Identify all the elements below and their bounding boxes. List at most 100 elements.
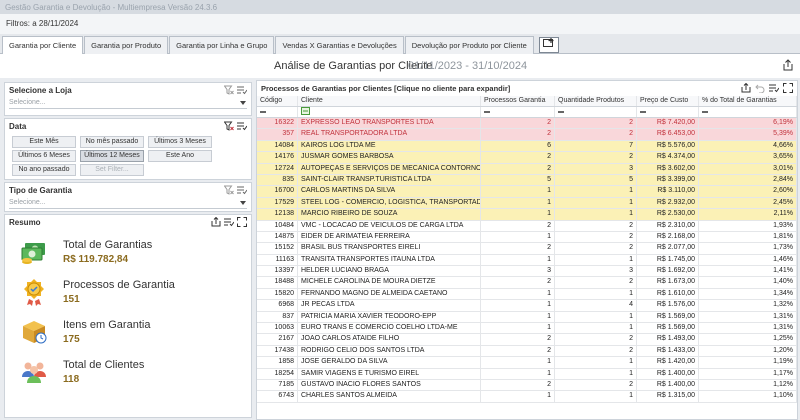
filter-cell[interactable] [298,107,481,117]
table-row[interactable]: 2167 JOAO CARLOS ATAIDE FILHO 2 2 R$ 1.493,0… [257,334,797,346]
date-este-mes-button[interactable]: Este Mês [12,136,76,148]
column-header-codigo[interactable]: Código [257,96,298,106]
cliente-cell[interactable]: JR PECAS LTDA [298,300,481,311]
multi-select-icon[interactable] [237,121,247,131]
cliente-cell[interactable]: CHARLES SANTOS ALMEIDA [298,391,481,402]
tab-garantia-por-linha-grupo[interactable]: Garantia por Linha e Grupo [169,36,275,54]
column-header-cliente[interactable]: Cliente [298,96,481,106]
cliente-cell[interactable]: VMC - LOCACAO DE VEICULOS DE CARGA LTDA [298,220,481,231]
tab-vendas-x-garantias[interactable]: Vendas X Garantias e Devoluções [275,36,404,54]
clear-filter-icon[interactable] [224,185,234,195]
cliente-cell[interactable]: REAL TRANSPORTADORA LTDA [298,129,481,140]
cliente-cell[interactable]: TRANSITA TRANSPORTES ITAUNA LTDA [298,254,481,266]
column-header-preco[interactable]: Preço de Custo [637,96,699,106]
table-row[interactable]: 17529 STEEL LOG - COMERCIO, LOGISTICA, TR… [257,197,797,210]
preco-cell: R$ 2.310,00 [637,220,699,231]
table-row[interactable]: 14875 EIDER DE ARIMATEIA FERREIRA 1 2 R$ 2.1… [257,231,797,244]
filter-cell[interactable] [637,107,699,117]
column-header-quantidade[interactable]: Quantidade Produtos [555,96,637,106]
table-row[interactable]: 6968 JR PECAS LTDA 1 4 R$ 1.576,00 1,32% [257,300,797,312]
cliente-cell[interactable]: JUSMAR GOMES BARBOSA [298,152,481,163]
cliente-cell[interactable]: STEEL LOG - COMERCIO, LOGISTICA, TRANSPO… [298,197,481,209]
percentual-cell: 1,31% [699,323,797,334]
table-row[interactable]: 12724 AUTOPEÇAS E SERVIÇOS DE MECANICA CO… [257,163,797,175]
cliente-cell[interactable]: BRASIL BUS TRANSPORTES EIRELI [298,243,481,254]
table-row[interactable]: 837 PATRICIA MARIA XAVIER TEODORO-EPP 1 1 R$… [257,311,797,324]
table-row[interactable]: 18254 SAMIR VIAGENS E TURISMO EIREL 1 1 R$ 1… [257,368,797,380]
table-row[interactable]: 10063 EURO TRANS E COMERCIO COELHO LTDA-M… [257,323,797,335]
preco-cell: R$ 1.315,00 [637,391,699,402]
codigo-cell: 357 [257,129,298,140]
date-ultimos-3-meses-button[interactable]: Últimos 3 Meses [148,136,212,148]
tab-garantia-por-produto[interactable]: Garantia por Produto [84,36,169,54]
table-row[interactable]: 14176 JUSMAR GOMES BARBOSA 2 2 R$ 4.374,00 3,… [257,152,797,164]
cliente-cell[interactable]: SAMIR VIAGENS E TURISMO EIREL [298,368,481,379]
filter-cell[interactable] [699,107,797,117]
table-row[interactable]: 17438 RODRIGO CELIO DOS SANTOS LTDA 2 2 R$ 1… [257,345,797,358]
multi-select-icon[interactable] [237,185,247,195]
cliente-cell[interactable]: AUTOPEÇAS E SERVIÇOS DE MECANICA CONTORN… [298,163,481,174]
date-ultimos-12-meses-button[interactable]: Últimos 12 Meses [80,150,144,162]
cliente-cell[interactable]: CARLOS MARTINS DA SILVA [298,186,481,197]
cliente-cell[interactable]: KAIROS LOG LTDA ME [298,140,481,152]
add-tab-button[interactable] [538,37,559,53]
filter-cell[interactable] [555,107,637,117]
cliente-cell[interactable]: MARCIO RIBEIRO DE SOUZA [298,209,481,220]
column-header-percentual[interactable]: % do Total de Garantias [699,96,797,106]
expand-icon[interactable] [783,83,793,93]
clear-filter-icon[interactable] [224,121,234,131]
filter-cell[interactable] [481,107,555,117]
multi-select-icon[interactable] [769,83,779,93]
export-icon[interactable] [741,83,751,93]
cliente-cell[interactable]: EIDER DE ARIMATEIA FERREIRA [298,231,481,243]
cliente-cell[interactable]: EURO TRANS E COMERCIO COELHO LTDA-ME [298,323,481,334]
date-set-filter-button[interactable]: Set Filter... [80,164,144,176]
table-row[interactable]: 14084 KAIROS LOG LTDA ME 6 7 R$ 5.576,00 4,66… [257,140,797,153]
cliente-cell[interactable]: SAINT-CLAIR TRANSP.TURISTICA LTDA [298,174,481,186]
cliente-cell[interactable]: GUSTAVO INACIO FLORES SANTOS [298,379,481,391]
undo-icon[interactable] [755,83,765,93]
store-select[interactable]: Selecione... [9,98,247,109]
cliente-cell[interactable]: MICHELE CAROLINA DE MOURA DIETZE [298,277,481,288]
column-header-processos[interactable]: Processos Garantia [481,96,555,106]
table-row[interactable]: 10484 VMC - LOCACAO DE VEICULOS DE CARGA … [257,220,797,232]
table-row[interactable]: 6743 CHARLES SANTOS ALMEIDA 1 1 R$ 1.315,00 1… [257,391,797,403]
expand-icon[interactable] [237,217,247,227]
table-row[interactable]: 7185 GUSTAVO INACIO FLORES SANTOS 2 2 R$ 1.4… [257,379,797,392]
table-row[interactable]: 12138 MARCIO RIBEIRO DE SOUZA 1 1 R$ 2.530,0… [257,209,797,221]
cliente-cell[interactable]: JOAO CARLOS ATAIDE FILHO [298,334,481,345]
table-row[interactable]: 15820 FERNANDO MAGNO DE ALMEIDA CAETANO 1 1… [257,288,797,301]
table-row[interactable]: 13397 HELDER LUCIANO BRAGA 3 3 R$ 1.692,00 1,… [257,266,797,278]
date-mes-passado-button[interactable]: No mês passado [80,136,144,148]
cliente-cell[interactable]: EXPRESSO LEAO TRANSPORTES LTDA [298,118,481,129]
table-row[interactable]: 357 REAL TRANSPORTADORA LTDA 2 2 R$ 6.453,00… [257,129,797,141]
table-row[interactable]: 835 SAINT-CLAIR TRANSP.TURISTICA LTDA 5 5 R$… [257,174,797,187]
date-ultimos-6-meses-button[interactable]: Últimos 6 Meses [12,150,76,162]
filter-cell[interactable] [257,107,298,117]
multi-select-icon[interactable] [237,85,247,95]
tab-devolucao-por-produto[interactable]: Devolução por Produto por Cliente [404,36,534,54]
cliente-cell[interactable]: JOSE GERALDO DA SILVA [298,357,481,368]
clear-filter-icon[interactable] [224,85,234,95]
table-row[interactable]: 1858 JOSE GERALDO DA SILVA 1 1 R$ 1.420,00 1,… [257,357,797,369]
table-row[interactable]: 16700 CARLOS MARTINS DA SILVA 1 1 R$ 3.110,0… [257,186,797,198]
table-row[interactable]: 11163 TRANSITA TRANSPORTES ITAUNA LTDA 1 1 R… [257,254,797,267]
tab-garantia-por-cliente[interactable]: Garantia por Cliente [2,36,84,55]
table-row[interactable]: 18488 MICHELE CAROLINA DE MOURA DIETZE 2 2 R… [257,277,797,289]
summary-panel-title: Resumo [5,215,251,230]
warranty-type-select[interactable]: Selecione... [9,198,247,209]
percentual-cell: 1,31% [699,311,797,323]
date-ano-passado-button[interactable]: No ano passado [12,164,76,176]
table-row[interactable]: 15152 BRASIL BUS TRANSPORTES EIRELI 2 2 R$ 2… [257,243,797,255]
quantidade-cell: 7 [555,140,637,152]
cliente-cell[interactable]: PATRICIA MARIA XAVIER TEODORO-EPP [298,311,481,323]
export-icon[interactable] [782,59,794,71]
cliente-cell[interactable]: HELDER LUCIANO BRAGA [298,266,481,277]
cliente-cell[interactable]: FERNANDO MAGNO DE ALMEIDA CAETANO [298,288,481,300]
preco-cell: R$ 5.576,00 [637,140,699,152]
table-row[interactable]: 16322 EXPRESSO LEAO TRANSPORTES LTDA 2 2 R$ … [257,118,797,130]
export-icon[interactable] [211,217,221,227]
cliente-cell[interactable]: RODRIGO CELIO DOS SANTOS LTDA [298,345,481,357]
date-este-ano-button[interactable]: Este Ano [148,150,212,162]
multi-select-icon[interactable] [224,217,234,227]
